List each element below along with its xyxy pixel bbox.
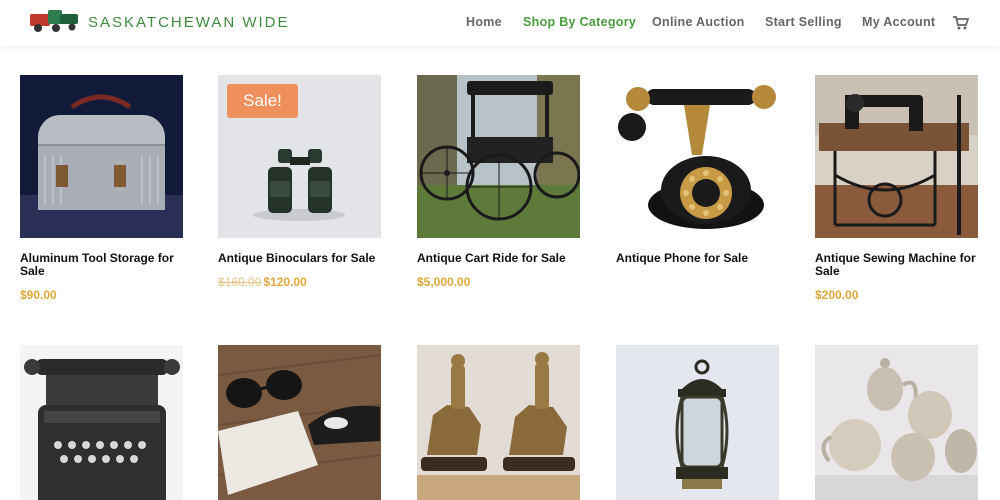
product-image-typewriter[interactable] xyxy=(20,345,183,500)
product-image-binoculars[interactable]: Sale! xyxy=(218,75,381,238)
sale-badge: Sale! xyxy=(227,84,298,118)
product-card[interactable] xyxy=(616,345,779,500)
main-nav: Home Shop By Category Online Auction Sta… xyxy=(0,15,1000,31)
product-image-lantern[interactable] xyxy=(616,345,779,500)
nav-shop-by-category[interactable]: Shop By Category xyxy=(523,15,636,29)
product-card[interactable] xyxy=(417,345,580,500)
product-title[interactable]: Antique Binoculars for Sale xyxy=(218,252,381,265)
product-card[interactable]: Antique Sewing Machine for Sale $200.00 xyxy=(815,75,978,302)
product-image-phone[interactable] xyxy=(616,75,779,238)
product-title[interactable]: Antique Cart Ride for Sale xyxy=(417,252,580,265)
price-current: $5,000.00 xyxy=(417,275,471,289)
cart-icon[interactable] xyxy=(953,16,969,30)
site-header: SASKATCHEWAN WIDE Home Shop By Category … xyxy=(0,0,1000,46)
product-image-lunchbox[interactable] xyxy=(20,75,183,238)
product-card[interactable]: Antique Phone for Sale xyxy=(616,75,779,265)
product-card[interactable] xyxy=(218,345,381,500)
product-image-buggy[interactable] xyxy=(417,75,580,238)
nav-start-selling[interactable]: Start Selling xyxy=(765,15,842,29)
product-image-silver-tea-set[interactable] xyxy=(815,345,978,500)
product-title[interactable]: Antique Sewing Machine for Sale xyxy=(815,252,978,278)
nav-home[interactable]: Home xyxy=(466,15,502,29)
product-card[interactable]: Aluminum Tool Storage for Sale $90.00 xyxy=(20,75,183,302)
product-card[interactable] xyxy=(20,345,183,500)
product-image-bookends[interactable] xyxy=(417,345,580,500)
product-title[interactable]: Aluminum Tool Storage for Sale xyxy=(20,252,183,278)
price-current: $90.00 xyxy=(20,288,57,302)
product-price: $160.00 $120.00 xyxy=(218,275,381,289)
price-current: $200.00 xyxy=(815,288,859,302)
product-price: $200.00 xyxy=(815,288,978,302)
nav-online-auction[interactable]: Online Auction xyxy=(652,15,745,29)
product-card[interactable]: Sale! Antique Binoculars for Sale $160.0… xyxy=(218,75,381,289)
product-price: $5,000.00 xyxy=(417,275,580,289)
product-card[interactable]: Antique Cart Ride for Sale $5,000.00 xyxy=(417,75,580,289)
product-title[interactable]: Antique Phone for Sale xyxy=(616,252,779,265)
product-price: $90.00 xyxy=(20,288,183,302)
price-current: $120.00 xyxy=(263,275,307,289)
product-image-sewing-machine[interactable] xyxy=(815,75,978,238)
product-card[interactable] xyxy=(815,345,978,500)
nav-my-account[interactable]: My Account xyxy=(862,15,935,29)
price-old: $160.00 xyxy=(218,275,262,289)
product-image-sunglasses[interactable] xyxy=(218,345,381,500)
